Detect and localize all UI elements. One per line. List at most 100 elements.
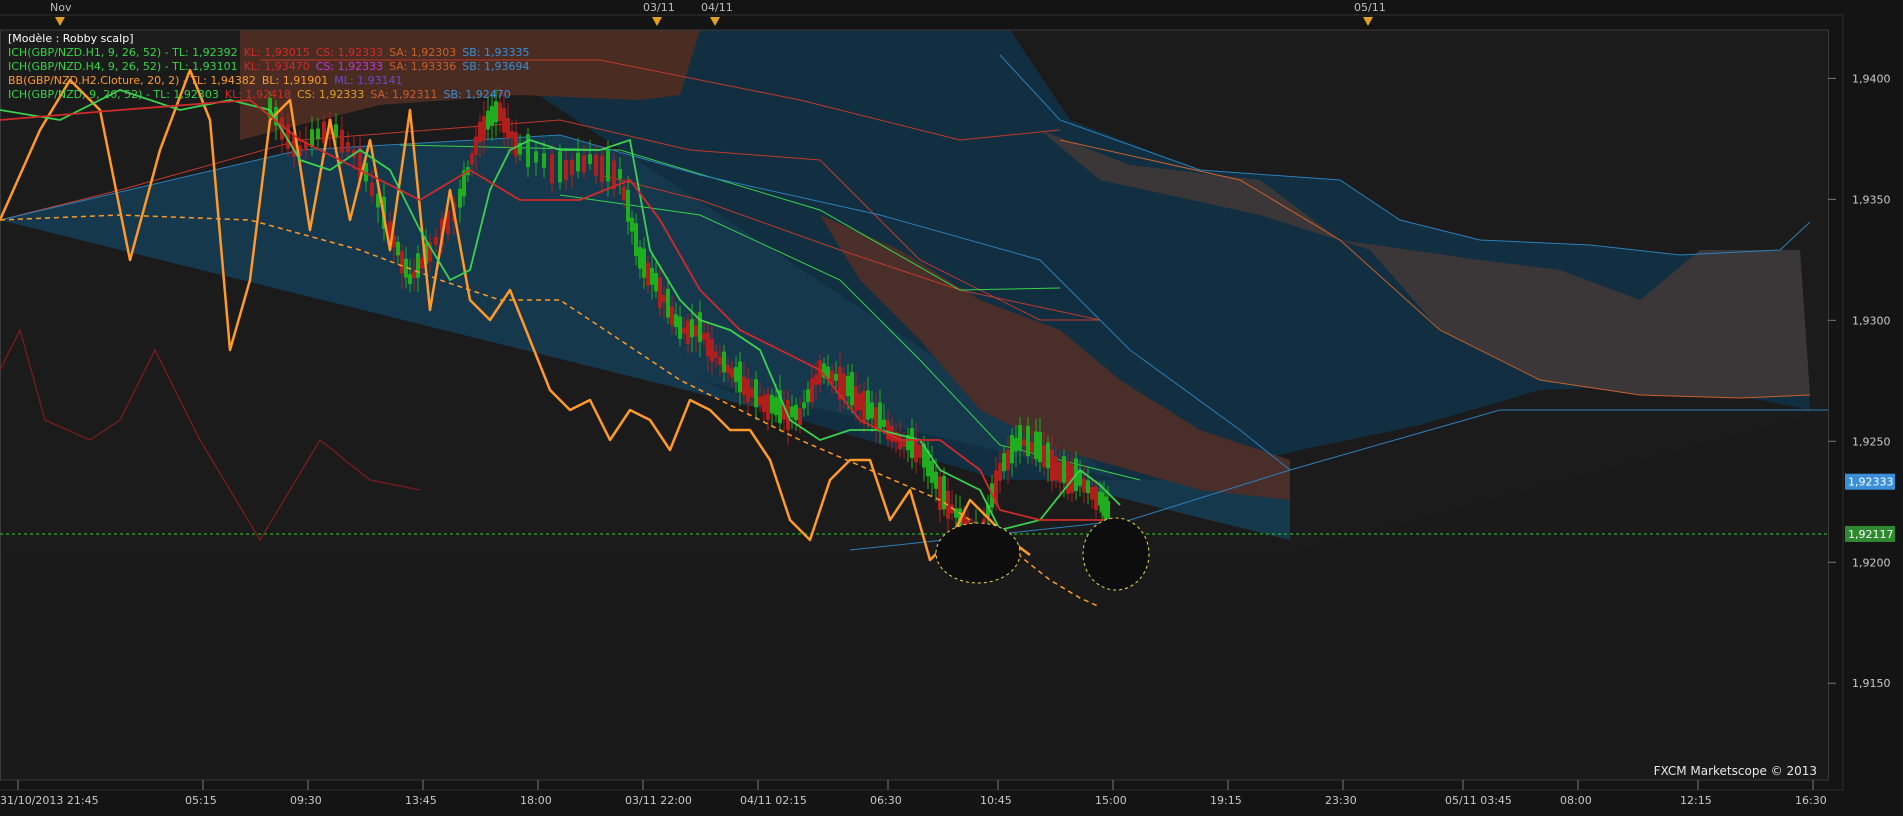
y-tick-label: 1,9350: [1852, 193, 1891, 206]
candle: [866, 390, 870, 420]
candle: [1014, 437, 1018, 452]
top-date-marker: 03/11: [643, 1, 675, 14]
y-tick-label: 1,9300: [1852, 314, 1891, 327]
candle: [726, 364, 730, 373]
x-tick-label: 04/11 02:15: [740, 794, 807, 807]
candle: [666, 288, 670, 318]
candle: [698, 312, 702, 342]
candle: [858, 393, 862, 411]
candle: [1006, 449, 1010, 471]
candle: [1078, 471, 1082, 486]
candle: [1090, 486, 1094, 500]
legend-row: BB(GBP/NZD.H2.Cloture, 20, 2) - TL: 1,94…: [8, 74, 536, 88]
candle: [702, 333, 706, 340]
watermark: FXCM Marketscope © 2013: [1653, 764, 1817, 778]
candle: [490, 106, 494, 126]
candle: [710, 338, 714, 362]
top-date-marker: Nov: [50, 1, 72, 14]
candle: [1054, 456, 1058, 481]
candle: [510, 131, 514, 139]
candle: [346, 142, 350, 152]
candle: [478, 121, 482, 143]
candle: [618, 169, 622, 179]
candle: [420, 257, 424, 269]
candle: [494, 101, 498, 123]
candle: [642, 248, 646, 278]
highlight-circle: [935, 522, 1021, 584]
candle: [1050, 449, 1054, 482]
x-tick-label: 08:00: [1560, 794, 1592, 807]
candle: [682, 327, 686, 334]
legend-entry: KL: 1,93470: [243, 60, 310, 73]
legend-entry: CS: 1,92333: [315, 46, 384, 59]
legend-title: [Modèle : Robby scalp]: [8, 32, 134, 45]
candle: [400, 251, 404, 274]
candle: [1034, 431, 1038, 460]
y-tick-label: 1,9150: [1852, 677, 1891, 690]
candle: [770, 394, 774, 414]
candle: [810, 378, 814, 403]
top-date-marker: 04/11: [701, 1, 733, 14]
candle: [486, 110, 490, 130]
candle: [600, 155, 604, 182]
y-tick-label: 1,9200: [1852, 556, 1891, 569]
legend-entry: CS: 1,92333: [315, 60, 384, 73]
x-tick-label: 05:15: [185, 794, 217, 807]
x-tick-label: 09:30: [290, 794, 322, 807]
x-tick-label: 16:30: [1795, 794, 1827, 807]
price-chart[interactable]: 1,9400 1,9350 1,9300 1,9250 1,9200 1,9150 31/1…: [0, 0, 1903, 812]
candle: [582, 155, 586, 173]
legend-entry: SA: 1,93336: [389, 60, 457, 73]
candle: [474, 136, 478, 155]
candle: [854, 386, 858, 411]
candle: [662, 295, 666, 303]
candle: [842, 373, 846, 400]
x-tick-label: 18:00: [520, 794, 552, 807]
x-tick-label: 31/10/2013 21:45: [0, 794, 99, 807]
legend-entry: SA: 1,92311: [370, 88, 438, 101]
legend-entry: BB(GBP/NZD.H2.Cloture, 20, 2) - TL: 1,94…: [8, 74, 256, 87]
x-tick-label: 23:30: [1325, 794, 1357, 807]
candle: [750, 388, 754, 398]
candle: [1082, 478, 1086, 493]
candle: [408, 274, 412, 284]
x-tick-label: 15:00: [1095, 794, 1127, 807]
legend-entry: ICH(GBP/NZD.H1, 9, 26, 52) - TL: 1,92392: [8, 46, 238, 59]
candle: [606, 150, 610, 182]
candle: [498, 102, 502, 121]
legend-entry: SB: 1,93694: [462, 60, 530, 73]
candle: [502, 108, 506, 133]
candle: [746, 378, 750, 402]
candle: [734, 367, 738, 382]
candle: [886, 420, 890, 440]
legend-entry: SB: 1,92470: [443, 88, 511, 101]
candle: [526, 134, 530, 168]
candle: [558, 151, 562, 183]
candle: [718, 356, 722, 365]
candle: [794, 404, 798, 421]
candle: [918, 444, 922, 458]
candle: [1038, 432, 1042, 462]
legend-entry: SB: 1,93335: [462, 46, 530, 59]
x-tick-label: 05/11 03:45: [1445, 794, 1512, 807]
candle: [1018, 425, 1022, 450]
candle: [1026, 425, 1030, 457]
candle: [850, 372, 854, 406]
candle: [626, 189, 630, 222]
top-date-marker: 05/11: [1354, 1, 1386, 14]
candle: [998, 462, 1002, 481]
candle: [806, 389, 810, 403]
candle: [1022, 439, 1026, 447]
candle: [754, 379, 758, 408]
candle: [514, 132, 518, 157]
candle: [506, 117, 510, 139]
candle: [564, 160, 568, 180]
legend-row: ICH(GBP/NZD.H1, 9, 26, 52) - TL: 1,92392…: [8, 46, 536, 60]
x-tick-label: 13:45: [405, 794, 437, 807]
candle: [910, 428, 914, 458]
candle: [482, 116, 486, 141]
candle: [722, 351, 726, 373]
candle: [612, 160, 616, 190]
candle: [694, 325, 698, 337]
legend-entry: SA: 1,92303: [389, 46, 457, 59]
